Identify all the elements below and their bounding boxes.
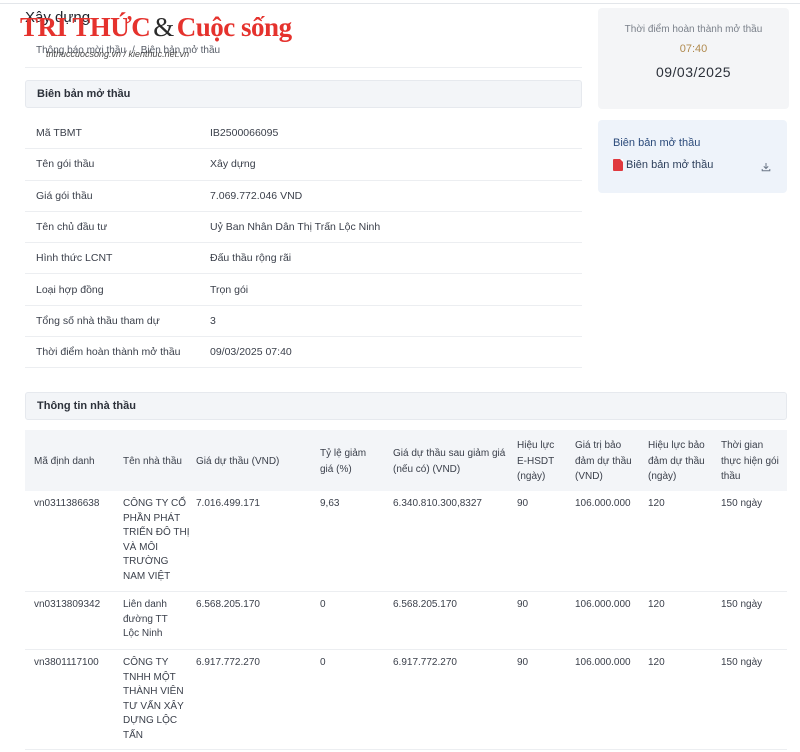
completion-date-value: 09/03/2025 bbox=[655, 64, 732, 80]
bid-price: 6.568.205.170 bbox=[196, 599, 260, 610]
completion-time-value: 07:40 bbox=[679, 43, 708, 55]
detail-label: Tổng số nhà thầu tham dự bbox=[36, 314, 160, 327]
column-header: Hiệu lực bảo đảm dự thầu (ngày) bbox=[648, 440, 705, 482]
guarantee-value: 106.000.000 bbox=[575, 599, 631, 610]
contractor-name: Liên danh đường TT Lộc Ninh bbox=[123, 599, 168, 639]
watermark-logo-text: TRI THỨC & Cuộc sống bbox=[20, 12, 292, 42]
bid-price: 6.917.772.270 bbox=[196, 657, 260, 668]
column-header: Hiệu lực E-HSDT (ngày) bbox=[517, 440, 555, 482]
execution-time: 150 ngày bbox=[721, 657, 763, 668]
detail-label: Loại hợp đồng bbox=[36, 283, 104, 296]
detail-label: Giá gói thầu bbox=[36, 189, 93, 202]
detail-row: Thời điểm hoàn thành mở thầu 09/03/2025 0… bbox=[25, 337, 582, 369]
document-card-title: Biên bản mở thầu bbox=[613, 137, 701, 149]
column-header: Thời gian thực hiện gói thầu bbox=[721, 440, 779, 482]
detail-label: Tên chủ đầu tư bbox=[36, 221, 108, 234]
detail-row: Tên gói thầu Xây dựng bbox=[25, 149, 582, 181]
discounted-price: 6.917.772.270 bbox=[393, 657, 457, 668]
completion-time-card: Thời điểm hoàn thành mở thầu 07:40 09/03… bbox=[598, 8, 789, 109]
detail-value: Xây dựng bbox=[210, 158, 256, 171]
opening-details-list: Mã TBMT IB2500066095 Tên gói thầu Xây dựng… bbox=[25, 118, 582, 369]
table-row: vn3801117100 CÔNG TY TNHH MỘT THÀNH VIÊN… bbox=[25, 651, 787, 750]
section-header-opening: Biên bản mở thầu bbox=[25, 80, 582, 108]
detail-value: Đấu thầu rộng rãi bbox=[210, 252, 292, 265]
guarantee-validity: 120 bbox=[648, 599, 665, 610]
watermark-logo: TRI THỨC & Cuộc sống trithuccuocsong.vn / … bbox=[14, 6, 292, 60]
document-file-link[interactable]: Biên bản mở thầu bbox=[613, 159, 713, 171]
detail-row: Hình thức LCNT Đấu thầu rộng rãi bbox=[25, 243, 582, 275]
detail-value: 09/03/2025 07:40 bbox=[210, 346, 292, 359]
guarantee-value: 106.000.000 bbox=[575, 498, 631, 509]
detail-value: 3 bbox=[210, 314, 216, 327]
document-card: Biên bản mở thầu Biên bản mở thầu bbox=[598, 120, 787, 193]
guarantee-validity: 120 bbox=[648, 657, 665, 668]
table-row: vn0313809342 Liên danh đường TT Lộc Ninh… bbox=[25, 593, 787, 650]
header-divider bbox=[25, 67, 582, 68]
ehsdt-validity: 90 bbox=[517, 657, 529, 668]
watermark-logo-subtitle: trithuccuocsong.vn / kienthuc.net.vn bbox=[46, 49, 190, 59]
detail-value: Uỷ Ban Nhân Dân Thị Trấn Lộc Ninh bbox=[210, 221, 381, 234]
discount-rate: 9,63 bbox=[320, 498, 340, 509]
discount-rate: 0 bbox=[320, 599, 326, 610]
execution-time: 150 ngày bbox=[721, 498, 763, 509]
contractor-name: CÔNG TY CỔ PHẦN PHÁT TRIỂN ĐÔ THỊ VÀ MÔI… bbox=[123, 498, 190, 582]
detail-row: Tổng số nhà thầu tham dự 3 bbox=[25, 306, 582, 338]
bid-price: 7.016.499.171 bbox=[196, 498, 260, 509]
column-header: Mã định danh bbox=[34, 456, 95, 467]
table-row: vn0311386638 CÔNG TY CỔ PHẦN PHÁT TRIỂN … bbox=[25, 491, 787, 592]
detail-value: IB2500066095 bbox=[210, 127, 279, 140]
guarantee-value: 106.000.000 bbox=[575, 657, 631, 668]
document-file-label: Biên bản mở thầu bbox=[626, 159, 714, 171]
ehsdt-validity: 90 bbox=[517, 599, 529, 610]
detail-label: Tên gói thầu bbox=[36, 158, 95, 171]
column-header: Tên nhà thầu bbox=[123, 456, 182, 467]
detail-row: Giá gói thầu 7.069.772.046 VND bbox=[25, 181, 582, 212]
column-header: Giá dự thầu sau giảm giá (nếu có) (VND) bbox=[393, 448, 506, 475]
contractor-id: vn0313809342 bbox=[34, 599, 101, 610]
detail-row: Loại hợp đồng Trọn gói bbox=[25, 274, 582, 306]
column-header: Tỷ lệ giảm giá (%) bbox=[320, 448, 367, 475]
discounted-price: 6.340.810.300,8327 bbox=[393, 498, 482, 509]
execution-time: 150 ngày bbox=[721, 599, 763, 610]
detail-value: 7.069.772.046 VND bbox=[210, 189, 303, 202]
detail-row: Mã TBMT IB2500066095 bbox=[25, 118, 582, 150]
detail-label: Hình thức LCNT bbox=[36, 252, 113, 265]
column-header: Giá dự thầu (VND) bbox=[196, 456, 280, 467]
top-border bbox=[0, 3, 800, 4]
discounted-price: 6.568.205.170 bbox=[393, 599, 457, 610]
ehsdt-validity: 90 bbox=[517, 498, 529, 509]
contractor-id: vn0311386638 bbox=[34, 498, 100, 509]
pdf-icon bbox=[613, 159, 623, 171]
detail-row: Tên chủ đầu tư Uỷ Ban Nhân Dân Thị Trấn L… bbox=[25, 212, 582, 244]
section-header-contractors: Thông tin nhà thầu bbox=[25, 392, 787, 420]
contractors-table-header: Mã định danh Tên nhà thầu Giá dự thầu (V… bbox=[25, 430, 787, 491]
guarantee-validity: 120 bbox=[648, 498, 665, 509]
column-header: Giá trị bảo đảm dự thầu (VND) bbox=[575, 440, 632, 482]
detail-label: Mã TBMT bbox=[36, 127, 82, 140]
contractor-id: vn3801117100 bbox=[34, 657, 99, 668]
detail-label: Thời điểm hoàn thành mở thầu bbox=[36, 346, 181, 359]
discount-rate: 0 bbox=[320, 657, 326, 668]
download-icon[interactable] bbox=[761, 162, 771, 172]
contractor-name: CÔNG TY TNHH MỘT THÀNH VIÊN TƯ VẤN XÂY D… bbox=[123, 657, 184, 741]
detail-value: Trọn gói bbox=[210, 283, 249, 296]
completion-time-label: Thời điểm hoàn thành mở thầu bbox=[624, 24, 763, 35]
